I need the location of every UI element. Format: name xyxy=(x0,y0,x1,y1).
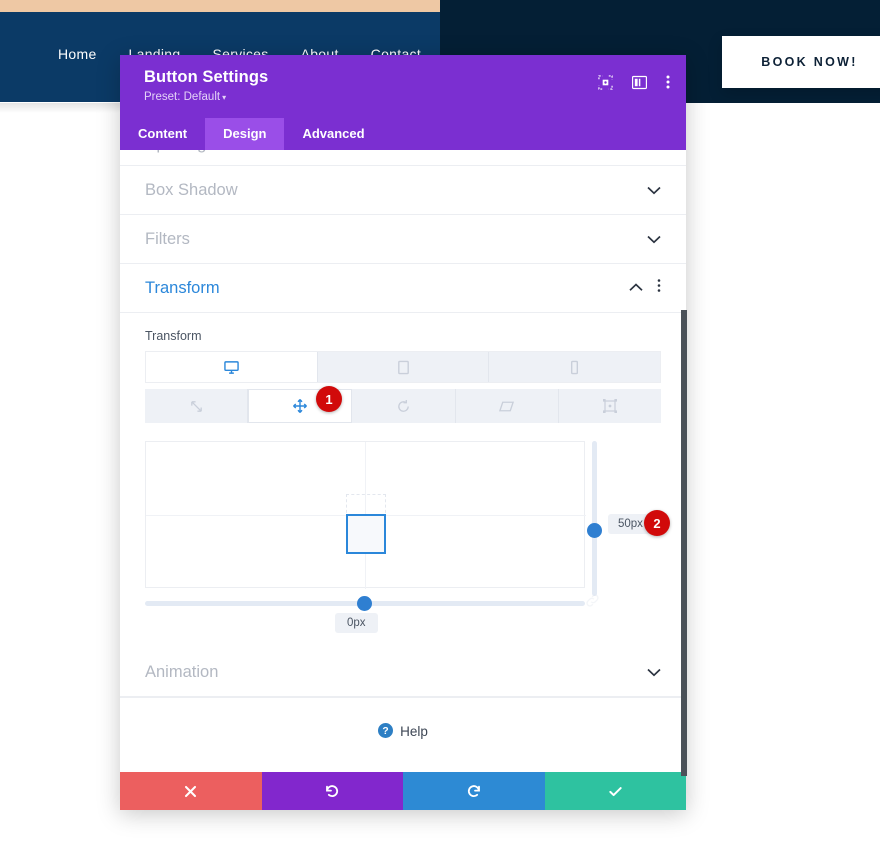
section-transform-label: Transform xyxy=(145,278,220,297)
preset-selector[interactable]: Preset: Default ▾ xyxy=(144,91,668,103)
chevron-down-icon[interactable] xyxy=(647,186,661,195)
modal-header: Button Settings Preset: Default ▾ xyxy=(120,55,686,118)
section-spacing-clipped[interactable]: Spacing xyxy=(120,150,686,166)
modal-scrollbar[interactable] xyxy=(681,310,687,776)
device-breakpoint-tabs xyxy=(145,351,661,383)
device-tab-desktop[interactable] xyxy=(146,352,318,382)
horizontal-translate-value[interactable]: 0px xyxy=(335,613,378,633)
transform-controls: Transform 50px 0px xyxy=(120,313,686,646)
vertical-translate-slider-handle[interactable] xyxy=(587,523,602,538)
section-animation[interactable]: Animation xyxy=(120,648,686,697)
callout-badge-2: 2 xyxy=(644,510,670,536)
book-now-label: BOOK NOW! xyxy=(761,55,858,69)
help-icon: ? xyxy=(378,722,394,741)
section-box-shadow-label: Box Shadow xyxy=(145,180,238,199)
section-filters[interactable]: Filters xyxy=(120,215,686,264)
transform-mode-tabs xyxy=(145,389,661,423)
tab-content[interactable]: Content xyxy=(120,118,205,150)
layout-columns-icon[interactable] xyxy=(632,75,647,90)
tab-design[interactable]: Design xyxy=(205,118,285,150)
save-button[interactable] xyxy=(544,772,686,810)
chevron-down-icon[interactable] xyxy=(647,235,661,244)
transform-mode-scale[interactable] xyxy=(145,389,249,423)
nav-item-home[interactable]: Home xyxy=(58,46,97,62)
kebab-menu-icon[interactable] xyxy=(666,74,670,90)
screen: Home Landing Services About Contact BOOK… xyxy=(0,0,880,852)
transform-mode-origin[interactable] xyxy=(559,389,661,423)
section-filters-label: Filters xyxy=(145,229,190,248)
chevron-down-icon[interactable] xyxy=(647,668,661,677)
accent-top-bar xyxy=(0,0,440,12)
device-tab-tablet[interactable] xyxy=(318,352,490,382)
transform-mode-skew[interactable] xyxy=(456,389,559,423)
svg-text:?: ? xyxy=(382,726,388,737)
cancel-button[interactable] xyxy=(120,772,262,810)
button-settings-modal: Button Settings Preset: Default ▾ Conten… xyxy=(120,55,686,810)
vertical-translate-slider-track[interactable] xyxy=(592,441,597,596)
callout-badge-1: 1 xyxy=(316,386,342,412)
focus-target-icon[interactable] xyxy=(598,74,613,90)
transform-field-label: Transform xyxy=(145,329,202,343)
modal-title: Button Settings xyxy=(144,68,269,86)
transform-preview-pad-wrapper: 50px 0px xyxy=(145,441,661,646)
device-tab-phone[interactable] xyxy=(489,352,660,382)
transform-mode-rotate[interactable] xyxy=(352,389,456,423)
section-box-shadow[interactable]: Box Shadow xyxy=(120,166,686,215)
undo-button[interactable] xyxy=(261,772,403,810)
horizontal-translate-slider-handle[interactable] xyxy=(357,596,372,611)
link-axes-icon[interactable] xyxy=(585,593,600,613)
book-now-button[interactable]: BOOK NOW! xyxy=(722,36,880,88)
tab-advanced[interactable]: Advanced xyxy=(284,118,382,150)
modal-body: Spacing Box Shadow Filters Transform xyxy=(120,150,686,772)
redo-button[interactable] xyxy=(403,772,545,810)
modal-header-actions xyxy=(598,74,670,90)
pad-element-box[interactable] xyxy=(346,514,386,554)
preset-label: Preset: Default xyxy=(144,91,221,103)
chevron-up-icon[interactable] xyxy=(629,279,643,297)
help-label: Help xyxy=(400,724,428,739)
modal-tabs: Content Design Advanced xyxy=(120,118,686,150)
kebab-menu-icon[interactable] xyxy=(657,278,661,298)
transform-preview-pad[interactable] xyxy=(145,441,586,589)
section-animation-label: Animation xyxy=(145,662,219,681)
modal-footer xyxy=(120,772,686,810)
section-transform[interactable]: Transform xyxy=(120,264,686,313)
section-spacing-label: Spacing xyxy=(145,150,206,154)
help-row[interactable]: ? Help xyxy=(120,697,686,765)
chevron-down-icon: ▾ xyxy=(222,93,227,102)
